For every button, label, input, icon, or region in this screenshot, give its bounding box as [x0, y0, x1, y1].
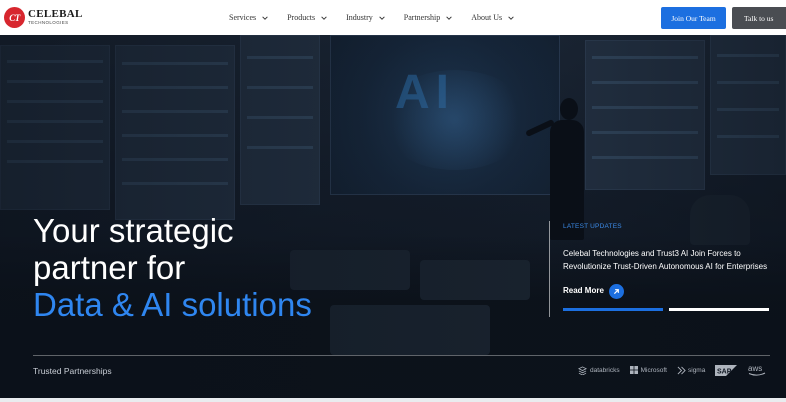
logo-subtitle: TECHNOLOGIES [28, 20, 69, 26]
databricks-icon [578, 365, 587, 375]
nav-item-products[interactable]: Products [287, 13, 328, 22]
hero-headline: Your strategic partner for Data & AI sol… [33, 212, 312, 323]
microsoft-logo: Microsoft [629, 366, 667, 374]
partner-name: aws [748, 364, 762, 373]
latest-update-title[interactable]: Celebal Technologies and Trust3 AI Join … [563, 247, 773, 273]
nav-item-industry[interactable]: Industry [346, 13, 386, 22]
microsoft-icon [629, 366, 638, 374]
nav-label: Services [229, 13, 257, 22]
arrow-up-right-icon[interactable] [609, 284, 624, 299]
nav-label: Industry [346, 13, 373, 22]
talk-to-us-button[interactable]: Talk to us [732, 7, 786, 29]
headline-line-1: Your strategic [33, 212, 234, 249]
headline-line-3: Data & AI solutions [33, 286, 312, 323]
sap-logo: SAP [715, 364, 738, 376]
partner-name: sigma [688, 366, 706, 374]
nav-label: Partnership [403, 13, 441, 22]
slide-indicator-active[interactable] [563, 308, 663, 311]
read-more-link[interactable]: Read More [563, 286, 604, 295]
sigma-logo: sigma [677, 366, 705, 375]
page-bottom-strip [0, 398, 786, 402]
logo-name: CELEBAL [28, 8, 83, 21]
trusted-partnerships-label: Trusted Partnerships [33, 366, 112, 376]
slide-indicator[interactable] [669, 308, 769, 311]
chevron-down-icon [262, 15, 268, 20]
partner-name: SAP [717, 368, 732, 375]
nav-label: About Us [471, 13, 503, 22]
headline-line-2: partner for [33, 249, 186, 286]
updates-divider [549, 221, 550, 317]
nav-item-partnership[interactable]: Partnership [404, 13, 453, 22]
top-navbar: CT CELEBAL TECHNOLOGIES Services Product… [0, 0, 786, 35]
chevron-down-icon [508, 15, 514, 20]
company-logo[interactable]: CT CELEBAL TECHNOLOGIES [4, 7, 83, 28]
aws-logo: aws [747, 363, 767, 377]
partner-logos: databricks Microsoft sigma SAP aws [578, 362, 777, 378]
logo-mark: CT [4, 7, 25, 28]
join-our-team-button[interactable]: Join Our Team [661, 7, 726, 29]
partner-name: Microsoft [640, 366, 667, 374]
sap-icon: SAP [715, 364, 738, 376]
databricks-logo: databricks [578, 365, 620, 375]
chevron-down-icon [321, 15, 327, 20]
aws-icon: aws [748, 364, 766, 376]
latest-updates-label: LATEST UPDATES [563, 223, 622, 230]
chevron-down-icon [446, 15, 452, 20]
nav-item-services[interactable]: Services [229, 13, 269, 22]
nav-label: Products [287, 13, 316, 22]
partnerships-divider [33, 355, 770, 356]
sigma-icon [677, 366, 686, 374]
nav-item-about-us[interactable]: About Us [471, 13, 515, 22]
main-nav: Services Products Industry Partnership A… [229, 0, 533, 35]
partner-name: databricks [590, 366, 620, 374]
chevron-down-icon [379, 15, 385, 20]
